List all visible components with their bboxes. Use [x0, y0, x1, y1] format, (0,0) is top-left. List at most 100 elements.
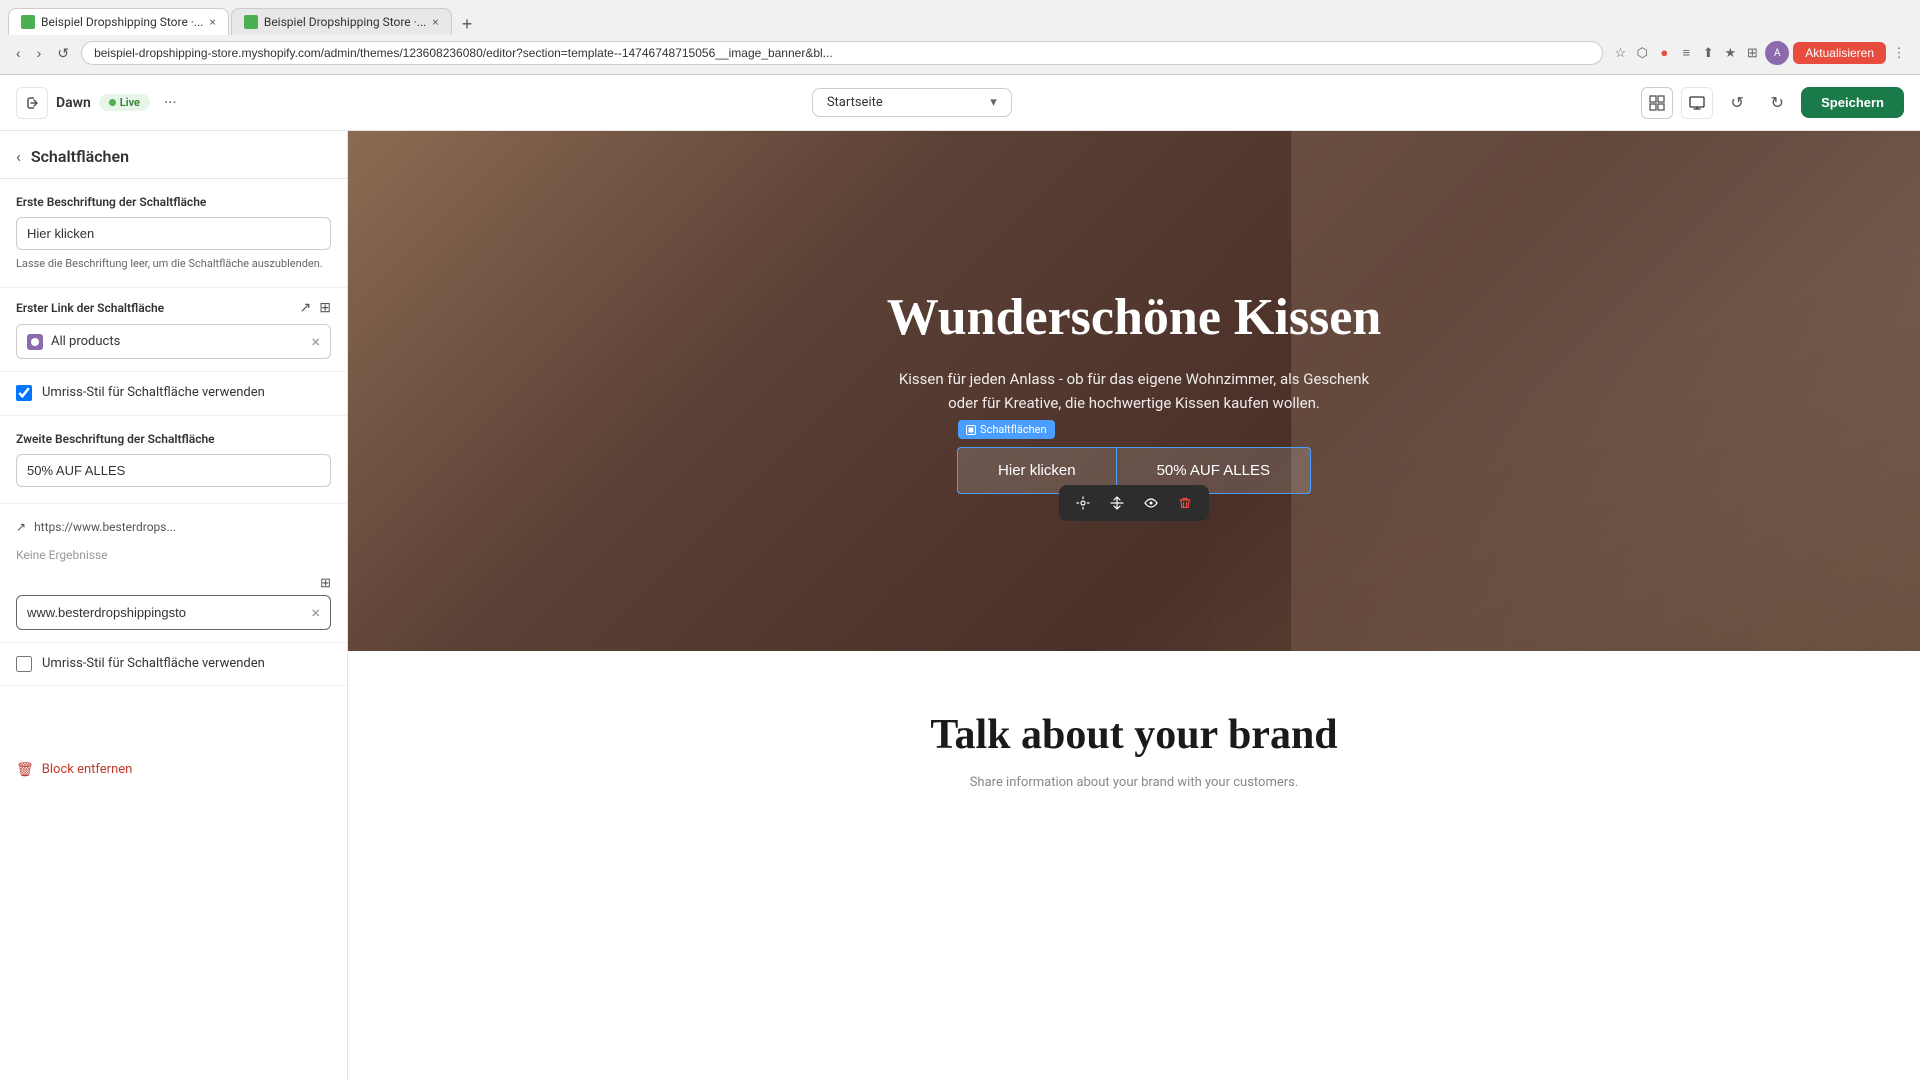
second-outline-checkbox-row: Umriss-Stil für Schaltfläche verwenden [0, 643, 347, 686]
app-shell: Dawn Live ··· Startseite ▾ [0, 75, 1920, 1080]
address-actions: ☆ ⬡ ● ≡ ⬆ ★ ⊞ A Aktualisieren ⋮ [1611, 41, 1908, 65]
block-remove-label: Block entfernen [42, 762, 133, 777]
address-bar: ‹ › ↺ ☆ ⬡ ● ≡ ⬆ ★ ⊞ A Aktualisieren ⋮ [0, 35, 1920, 71]
float-delete-button[interactable] [1171, 491, 1199, 515]
badge-icon [966, 425, 976, 435]
first-link-section: Erster Link der Schaltfläche ↗ ⊞ All pro… [0, 288, 347, 372]
theme-name-label: Dawn [56, 95, 91, 111]
clear-first-link-button[interactable]: × [311, 332, 320, 351]
select-icon [1649, 95, 1665, 111]
address-input[interactable] [81, 41, 1603, 65]
live-badge: Live [99, 94, 150, 111]
hero-subtitle: Kissen für jeden Anlass - ob für das eig… [884, 367, 1384, 415]
panel-title: Schaltflächen [31, 147, 129, 166]
panel-header: ‹ Schaltflächen [0, 131, 347, 179]
browser-chrome: Beispiel Dropshipping Store ·... × Beisp… [0, 0, 1920, 75]
spacer [0, 686, 347, 746]
tab-favicon-1 [21, 15, 35, 29]
settings-icon [1076, 496, 1090, 510]
preview-frame: Wunderschöne Kissen Kissen für jeden Anl… [348, 131, 1920, 1080]
hero-section: Wunderschöne Kissen Kissen für jeden Anl… [348, 131, 1920, 651]
exit-icon [24, 95, 40, 111]
external-link-icon[interactable]: ↗ [300, 300, 312, 316]
tab-bar: Beispiel Dropshipping Store ·... × Beisp… [0, 0, 1920, 35]
first-outline-checkbox[interactable] [16, 385, 32, 401]
no-results-text: Keine Ergebnisse [16, 542, 331, 568]
first-label-heading: Erste Beschriftung der Schaltfläche [16, 195, 331, 209]
second-label-section: Zweite Beschriftung der Schaltfläche [0, 416, 347, 504]
floating-toolbar [1059, 485, 1209, 521]
block-remove-button[interactable]: 🗑 Block entfernen [0, 746, 347, 794]
second-link-section: ↗ https://www.besterdrops... Keine Ergeb… [0, 504, 347, 643]
brand-title: Talk about your brand [388, 711, 1880, 759]
opera-icon[interactable]: ● [1655, 44, 1673, 62]
database-icon-2[interactable]: ⊞ [320, 576, 331, 591]
brand-subtitle-text: Share information about your brand with … [388, 775, 1880, 790]
eye-icon [1144, 496, 1158, 510]
brand-section: Talk about your brand Share information … [348, 651, 1920, 850]
page-select-text: Startseite [827, 95, 982, 110]
badge-label: Schaltflächen [980, 423, 1047, 436]
extensions-icon[interactable]: ⬡ [1633, 44, 1651, 62]
forward-nav-button[interactable]: › [33, 43, 46, 63]
float-settings-button[interactable] [1069, 491, 1097, 515]
browser-tab-1[interactable]: Beispiel Dropshipping Store ·... × [8, 8, 229, 35]
first-outline-label: Umriss-Stil für Schaltfläche verwenden [42, 384, 265, 402]
first-link-label: Erster Link der Schaltfläche [16, 301, 164, 315]
tab-label-2: Beispiel Dropshipping Store ·... [264, 15, 426, 29]
share-icon[interactable]: ⬆ [1699, 44, 1717, 62]
hero-title: Wunderschöne Kissen [887, 288, 1382, 347]
tab-close-2[interactable]: × [432, 15, 438, 29]
profile-avatar[interactable]: A [1765, 41, 1789, 65]
tab-label-1: Beispiel Dropshipping Store ·... [41, 15, 203, 29]
panel-back-button[interactable]: ‹ [16, 147, 21, 166]
star-icon[interactable]: ★ [1721, 44, 1739, 62]
more-options-button[interactable]: ··· [158, 89, 183, 116]
tag-icon [27, 334, 43, 350]
second-outline-checkbox[interactable] [16, 656, 32, 672]
browser-tab-2[interactable]: Beispiel Dropshipping Store ·... × [231, 8, 452, 35]
database-icon[interactable]: ⊞ [319, 300, 331, 316]
url-input-container[interactable]: × [16, 595, 331, 630]
second-outline-label: Umriss-Stil für Schaltfläche verwenden [42, 655, 265, 673]
desktop-icon [1689, 95, 1705, 111]
toolbar-right: ↺ ↻ Speichern [1641, 87, 1904, 119]
first-label-input[interactable] [16, 217, 331, 250]
second-label-input[interactable] [16, 454, 331, 487]
save-button[interactable]: Speichern [1801, 87, 1904, 118]
toolbar-left: Dawn Live ··· [16, 87, 183, 119]
trash-icon: 🗑 [16, 762, 34, 778]
back-nav-button[interactable]: ‹ [12, 43, 25, 63]
schaltflachen-badge: Schaltflächen [958, 420, 1055, 439]
main-content: ‹ Schaltflächen Erste Beschriftung der S… [0, 131, 1920, 1080]
select-tool-button[interactable] [1641, 87, 1673, 119]
grid-icon[interactable]: ⊞ [1743, 44, 1761, 62]
menu-icon[interactable]: ≡ [1677, 44, 1695, 62]
undo-button[interactable]: ↺ [1721, 87, 1753, 119]
hero-content: Wunderschöne Kissen Kissen für jeden Anl… [348, 131, 1920, 651]
clear-url-button[interactable]: × [311, 603, 320, 622]
desktop-view-button[interactable] [1681, 87, 1713, 119]
url-input-field[interactable] [27, 605, 303, 620]
exit-editor-button[interactable] [16, 87, 48, 119]
toolbar-center: Startseite ▾ [195, 88, 1630, 117]
aktualisieren-button[interactable]: Aktualisieren [1793, 42, 1886, 64]
top-toolbar: Dawn Live ··· Startseite ▾ [0, 75, 1920, 131]
preview-area: Wunderschöne Kissen Kissen für jeden Anl… [348, 131, 1920, 1080]
first-outline-checkbox-row: Umriss-Stil für Schaltfläche verwenden [0, 372, 347, 415]
new-tab-button[interactable]: + [454, 14, 481, 35]
all-products-input[interactable]: All products × [16, 324, 331, 359]
first-label-section: Erste Beschriftung der Schaltfläche Lass… [0, 179, 347, 288]
external-url-icon: ↗ [16, 520, 26, 534]
url-display: ↗ https://www.besterdrops... [16, 516, 331, 542]
tab-close-1[interactable]: × [209, 15, 215, 29]
page-select-dropdown[interactable]: Startseite ▾ [812, 88, 1012, 117]
move-icon [1110, 496, 1124, 510]
bookmark-icon[interactable]: ☆ [1611, 44, 1629, 62]
float-visibility-button[interactable] [1137, 491, 1165, 515]
float-move-button[interactable] [1103, 491, 1131, 515]
redo-button[interactable]: ↻ [1761, 87, 1793, 119]
tab-favicon-2 [244, 15, 258, 29]
more-options-icon[interactable]: ⋮ [1890, 44, 1908, 62]
reload-nav-button[interactable]: ↺ [53, 43, 73, 64]
